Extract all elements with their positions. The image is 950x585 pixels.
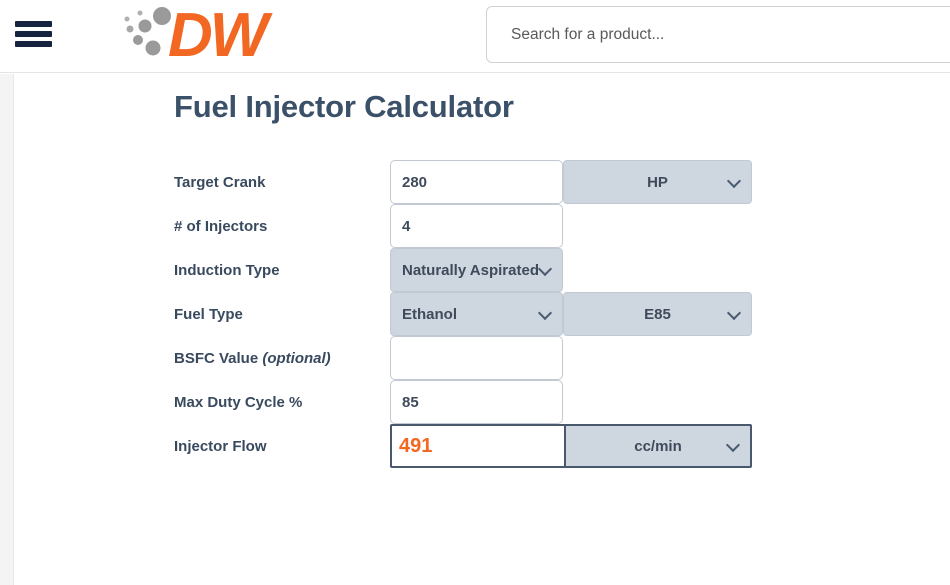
row-bsfc-value: BSFC Value (optional) (174, 336, 752, 380)
hamburger-bar-2 (15, 31, 52, 37)
label-bsfc-optional: (optional) (262, 350, 330, 367)
target-crank-unit-value: HP (647, 174, 668, 191)
hamburger-bar-1 (15, 21, 52, 27)
hamburger-bar-3 (15, 41, 52, 47)
row-induction-type: Induction Type Naturally Aspirated (174, 248, 752, 292)
induction-type-value: Naturally Aspirated (402, 262, 538, 279)
row-max-duty-cycle: Max Duty Cycle % (174, 380, 752, 424)
label-fuel-type: Fuel Type (174, 306, 390, 323)
chevron-down-icon (728, 307, 740, 319)
left-rail (0, 74, 14, 585)
hamburger-menu-icon[interactable] (15, 21, 52, 47)
product-search-box[interactable] (486, 6, 950, 63)
chevron-down-icon (727, 439, 739, 451)
injector-flow-unit-value: cc/min (634, 438, 682, 455)
injector-flow-result: cc/min (390, 424, 752, 468)
row-injector-flow: Injector Flow cc/min (174, 424, 752, 468)
injector-flow-unit-select[interactable]: cc/min (564, 426, 750, 466)
label-bsfc-value-text: BSFC Value (174, 350, 262, 367)
fuel-type-value: Ethanol (402, 306, 457, 323)
target-crank-unit-select[interactable]: HP (563, 160, 752, 204)
bsfc-value-input[interactable] (390, 336, 563, 380)
site-header: DW (0, 0, 950, 73)
row-number-of-injectors: # of Injectors (174, 204, 752, 248)
row-fuel-type: Fuel Type Ethanol E85 (174, 292, 752, 336)
fuel-injector-calculator-form: Target Crank HP # of Injectors Induction… (174, 160, 752, 468)
chevron-down-icon (728, 175, 740, 187)
search-input[interactable] (509, 25, 950, 45)
row-target-crank: Target Crank HP (174, 160, 752, 204)
dw-logo[interactable]: DW (120, 4, 320, 64)
injector-flow-value[interactable] (392, 425, 564, 467)
number-of-injectors-input[interactable] (390, 204, 563, 248)
label-bsfc-value: BSFC Value (optional) (174, 350, 390, 367)
fuel-blend-select[interactable]: E85 (563, 292, 752, 336)
label-number-of-injectors: # of Injectors (174, 218, 390, 235)
max-duty-cycle-input[interactable] (390, 380, 563, 424)
page-title: Fuel Injector Calculator (174, 89, 514, 125)
fuel-blend-value: E85 (644, 306, 671, 323)
chevron-down-icon (539, 307, 551, 319)
label-induction-type: Induction Type (174, 262, 390, 279)
dw-logo-icon: DW (120, 4, 320, 64)
label-injector-flow: Injector Flow (174, 438, 390, 455)
label-max-duty-cycle: Max Duty Cycle % (174, 394, 390, 411)
label-target-crank: Target Crank (174, 174, 390, 191)
chevron-down-icon (539, 263, 551, 275)
target-crank-input[interactable] (390, 160, 563, 204)
induction-type-select[interactable]: Naturally Aspirated (390, 248, 563, 292)
svg-text:DW: DW (168, 4, 273, 64)
fuel-type-select[interactable]: Ethanol (390, 292, 563, 336)
